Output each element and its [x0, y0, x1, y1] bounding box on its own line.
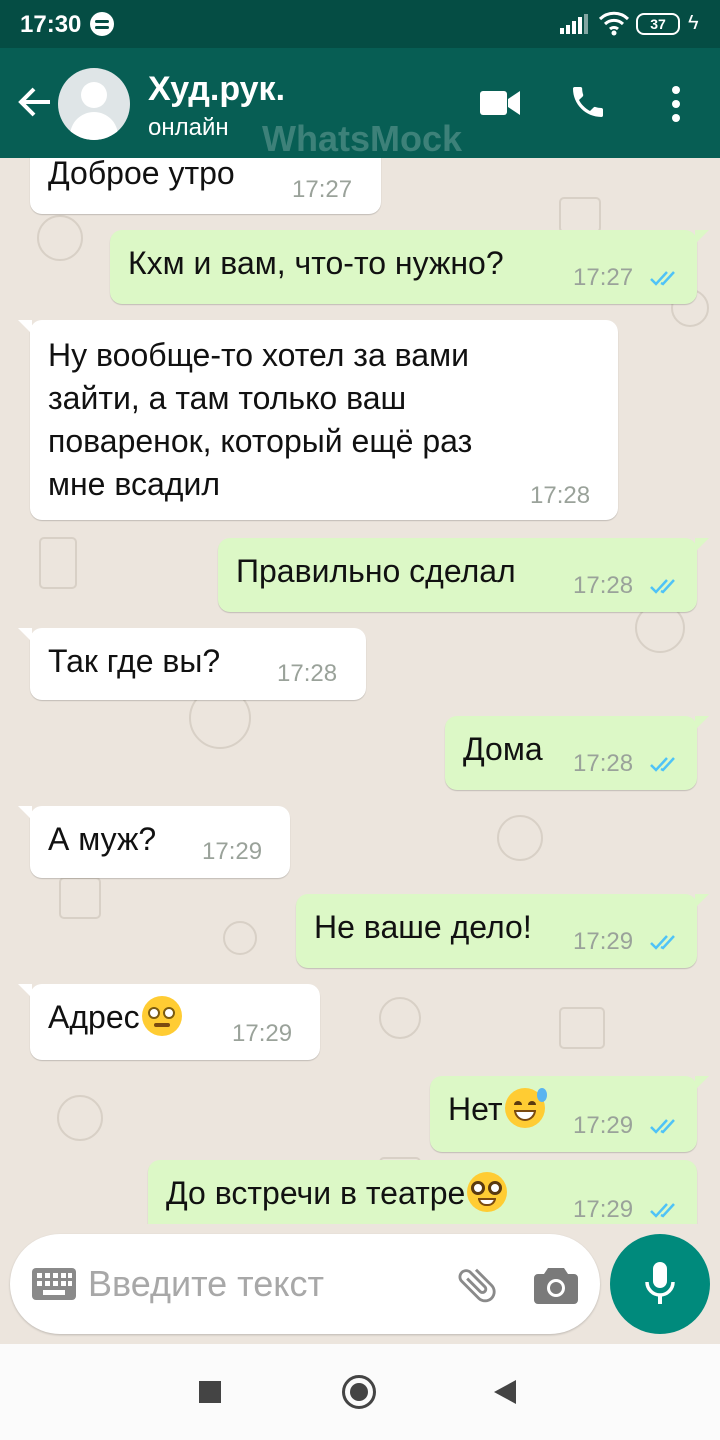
message-line: мне всадил: [48, 466, 221, 502]
read-ticks-icon: [650, 271, 675, 286]
message-composer: [10, 1234, 600, 1334]
message-outgoing[interactable]: Нет 17:29: [430, 1076, 709, 1152]
message-text: Правильно сделал: [236, 553, 516, 589]
message-input[interactable]: [88, 1256, 428, 1312]
message-text-content: Нет: [448, 1091, 503, 1127]
contact-name[interactable]: Худ.рук.: [148, 70, 285, 109]
signal-icon: [560, 14, 588, 34]
back-arrow-icon[interactable]: [14, 82, 54, 122]
camera-icon[interactable]: [534, 1266, 578, 1304]
message-time: 17:28: [530, 482, 591, 509]
video-call-icon[interactable]: [480, 88, 520, 118]
voice-message-button[interactable]: [610, 1234, 710, 1334]
message-time: 17:27: [573, 264, 634, 291]
message-time: 17:27: [292, 176, 353, 203]
message-text: Так где вы?: [48, 643, 221, 679]
message-time: 17:28: [277, 660, 338, 687]
message-incoming[interactable]: Доброе утро 17:27: [30, 158, 381, 214]
read-ticks-icon: [650, 1203, 675, 1218]
attach-paperclip-icon[interactable]: [454, 1262, 500, 1308]
avatar[interactable]: [58, 68, 130, 140]
battery-level: 37: [650, 16, 666, 32]
message-outgoing[interactable]: Правильно сделал 17:28: [218, 538, 709, 612]
message-text: Не ваше дело!: [314, 909, 532, 945]
battery-icon: 37: [636, 13, 680, 35]
message-time: 17:29: [232, 1020, 293, 1047]
message-text-content: Адрес: [48, 999, 140, 1035]
message-text: Дома: [463, 731, 543, 767]
message-list[interactable]: Доброе утро 17:27 Кхм и вам, что-то нужн…: [0, 158, 720, 1224]
more-options-icon[interactable]: [666, 84, 686, 124]
wifi-icon: [598, 11, 630, 36]
grinning-face-with-sweat-icon: [504, 1088, 547, 1128]
message-text: Ну вообще-то хотел за вами зайти, а там …: [48, 334, 472, 506]
read-ticks-icon: [650, 757, 675, 772]
phone-call-icon[interactable]: [568, 82, 608, 122]
message-incoming[interactable]: Адрес 17:29: [18, 984, 320, 1060]
message-outgoing[interactable]: До встречи в театре 17:29: [148, 1160, 697, 1224]
read-ticks-icon: [650, 935, 675, 950]
message-text-content: До встречи в театре: [166, 1175, 466, 1211]
face-with-rolling-eyes-icon: [141, 996, 182, 1036]
message-text: До встречи в театре: [166, 1172, 508, 1215]
status-time: 17:30: [20, 11, 82, 38]
message-text: А муж?: [48, 821, 157, 857]
message-incoming[interactable]: Так где вы? 17:28: [18, 628, 366, 700]
message-incoming[interactable]: А муж? 17:29: [18, 806, 290, 878]
contact-status: онлайн: [148, 114, 229, 141]
watermark: WhatsMock: [262, 118, 463, 159]
message-line: зайти, а там только ваш: [48, 380, 407, 416]
message-line: Ну вообще-то хотел за вами: [48, 337, 469, 373]
microphone-icon: [645, 1262, 675, 1304]
message-time: 17:29: [573, 928, 634, 955]
spotify-icon: [90, 12, 114, 36]
message-time: 17:28: [573, 750, 634, 777]
system-nav-bar: [0, 1344, 720, 1440]
keyboard-icon[interactable]: [32, 1268, 76, 1300]
read-ticks-icon: [650, 1119, 675, 1134]
message-time: 17:29: [573, 1196, 634, 1223]
nav-back-icon[interactable]: [494, 1380, 516, 1404]
message-outgoing[interactable]: Не ваше дело! 17:29: [296, 894, 709, 968]
message-line: поваренок, который ещё раз: [48, 423, 473, 459]
recent-apps-icon[interactable]: [199, 1381, 221, 1403]
nerd-face-icon: [467, 1172, 508, 1212]
chat-header: Худ.рук. онлайн WhatsMock: [0, 48, 720, 159]
read-ticks-icon: [650, 579, 675, 594]
status-bar: 17:30 37 ϟ: [0, 0, 720, 48]
charging-icon: ϟ: [688, 12, 699, 34]
home-icon[interactable]: [342, 1375, 376, 1409]
message-time: 17:29: [573, 1112, 634, 1139]
message-text: Адрес: [48, 996, 182, 1039]
message-time: 17:29: [202, 838, 263, 865]
message-outgoing[interactable]: Дома 17:28: [445, 716, 709, 790]
message-time: 17:28: [573, 572, 634, 599]
message-text: Нет: [448, 1088, 547, 1131]
message-incoming[interactable]: Ну вообще-то хотел за вами зайти, а там …: [18, 320, 618, 520]
message-text: Кхм и вам, что-то нужно?: [128, 245, 504, 281]
message-text: Доброе утро: [48, 158, 235, 191]
message-outgoing[interactable]: Кхм и вам, что-то нужно? 17:27: [110, 230, 709, 304]
